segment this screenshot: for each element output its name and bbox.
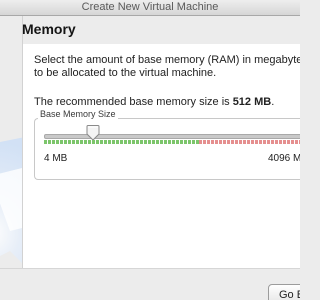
button-bar (0, 268, 300, 300)
memory-group-box (34, 118, 300, 180)
slider-max-label: 4096 MB (268, 153, 300, 164)
go-back-button[interactable]: Go Back (268, 284, 300, 300)
page-description: Select the amount of base memory (RAM) i… (34, 54, 300, 79)
recommended-suffix: . (271, 96, 275, 108)
warning-range-ticks (199, 140, 300, 144)
recommended-text: The recommended base memory size is 512 … (34, 96, 300, 108)
recommended-prefix: The recommended base memory size is (34, 96, 233, 108)
memory-group-label: Base Memory Size (38, 109, 118, 119)
window-title: Create New Virtual Machine (81, 1, 219, 13)
memory-range-ticks (44, 140, 300, 144)
page-title: Memory (22, 21, 76, 37)
slider-min-label: 4 MB (44, 153, 68, 164)
recommended-value: 512 MB (232, 96, 272, 108)
memory-slider-track[interactable] (44, 134, 300, 139)
safe-range-ticks (44, 140, 199, 144)
window-titlebar: Create New Virtual Machine (0, 0, 300, 16)
slider-knob-icon[interactable] (86, 125, 100, 141)
window-content: Memory Select the amount of base memory … (0, 16, 300, 300)
